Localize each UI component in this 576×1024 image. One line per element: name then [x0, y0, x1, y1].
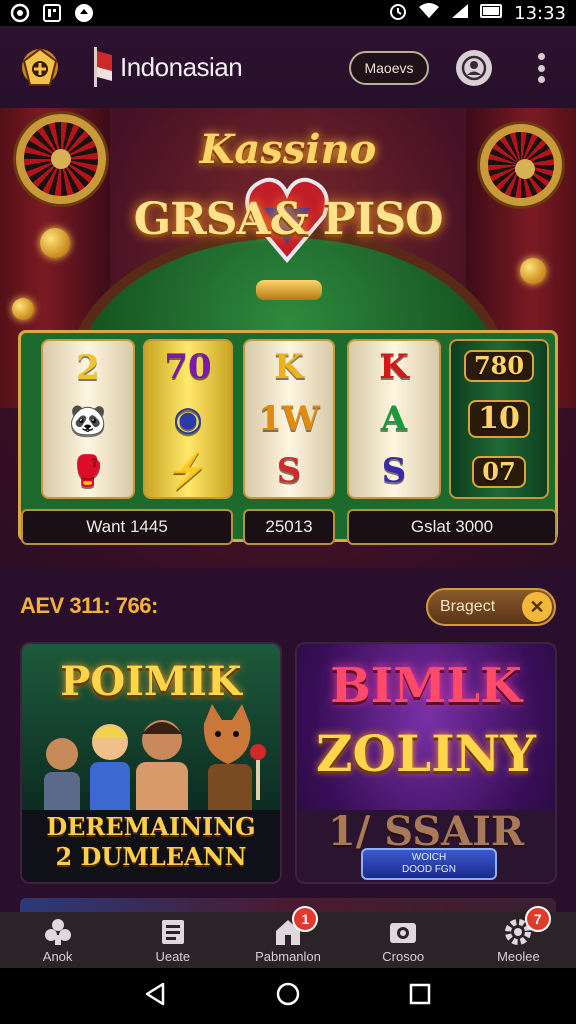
reel-symbol: 🐼 [69, 402, 107, 438]
signal-icon [450, 2, 470, 25]
puzzle-icon [43, 917, 73, 947]
game-card-subtitle: 2 DUMLEANN [55, 842, 247, 871]
wifi-icon [418, 2, 440, 25]
nav-label: Anok [42, 948, 73, 964]
header-action-button[interactable]: Maoevs [349, 51, 429, 85]
back-icon[interactable] [143, 981, 169, 1012]
slot-reel: 70 ◉ ⚡ [143, 339, 233, 499]
reel-symbol: 2 [76, 348, 100, 389]
flag-icon [92, 47, 114, 87]
chrome-icon [10, 3, 30, 23]
notification-badge: 1 [292, 906, 319, 932]
account-icon[interactable] [456, 50, 492, 86]
coin-icon [12, 298, 34, 320]
nav-label: Meolee [497, 948, 540, 964]
app-title: Indonasian [120, 51, 243, 82]
game-card-title: BIMLK [330, 658, 522, 714]
casino-logo-icon[interactable] [14, 41, 66, 93]
characters-illustration [44, 704, 266, 824]
watch-button-label: WOICH [411, 852, 447, 863]
promo-chip-label: Bragect [440, 598, 496, 615]
game-card-subtitle: DEREMAINING [46, 812, 256, 841]
nav-item-crosoo[interactable]: Crosoo [346, 912, 461, 968]
coin-icon [520, 258, 546, 284]
status-bar: 13:33 [0, 0, 576, 26]
nav-label: Pabmanlon [255, 948, 321, 964]
camera-icon [388, 917, 418, 947]
battery-icon [480, 2, 504, 25]
reel-symbol: ◉ [173, 399, 203, 439]
slot-machine[interactable]: 2 🐼 🥊 70 ◉ ⚡ K 1W S K A S 780 10 07 Want… [18, 330, 558, 545]
close-icon[interactable]: ✕ [522, 592, 552, 622]
hero-banner[interactable]: Kassino GRSA& PISO 2 🐼 🥊 70 ◉ ⚡ K 1W S K… [0, 108, 576, 568]
reel-symbol: S [381, 451, 407, 491]
game-card[interactable]: POIMIK DEREMAINING 2 DUMLEANN [20, 642, 282, 884]
game-card[interactable]: BIMLK ZOLINY 1/ SSAIR WOICH DOOD FGN [295, 642, 557, 884]
reel-symbol: 🥊 [69, 453, 107, 489]
nav-item-meolee[interactable]: 7 Meolee [461, 906, 576, 968]
nav-item-ueate[interactable]: Ueate [115, 912, 230, 968]
nav-item-anok[interactable]: Anok [0, 912, 115, 968]
reel-symbol: 1W [258, 399, 320, 439]
trophy-base [256, 280, 322, 300]
watch-button[interactable]: WOICH DOOD FGN [361, 848, 497, 880]
reel-symbol: 10 [468, 400, 530, 438]
notification-icon [42, 3, 62, 23]
app-header: Indonasian Maoevs [0, 26, 576, 108]
slot-reel: 2 🐼 🥊 [41, 339, 135, 499]
alarm-icon [388, 1, 408, 26]
slot-credit-label: 25013 [243, 509, 335, 545]
app-icon [74, 3, 94, 23]
game-card-title: POIMIK [60, 658, 242, 705]
promo-chip[interactable]: Bragect ✕ [426, 588, 556, 626]
reel-symbol: 780 [463, 350, 535, 382]
home-circle-icon[interactable] [275, 981, 301, 1012]
promo-text: AEV 311: 766: [20, 593, 158, 618]
system-navigation-bar [0, 968, 576, 1024]
nav-item-pabmanlon[interactable]: 1 Pabmanlon [230, 906, 345, 968]
watch-button-sublabel: DOOD FGN [402, 864, 456, 875]
bottom-navigation: Anok Ueate 1 Pabmanlon Crosoo 7 Meolee [0, 906, 576, 968]
reel-symbol: 07 [472, 456, 526, 488]
slot-reel: 780 10 07 [449, 339, 549, 499]
reel-symbol: K [274, 347, 304, 387]
document-icon [158, 917, 188, 947]
reel-symbol: ⚡ [166, 451, 210, 491]
nav-label: Crosoo [382, 948, 425, 964]
recents-icon[interactable] [407, 981, 433, 1012]
slot-reel: K A S [347, 339, 441, 499]
slot-total-label: Gslat 3000 [347, 509, 557, 545]
more-vert-icon[interactable] [530, 50, 552, 86]
hero-title: Kassino [199, 126, 377, 173]
hero-subtitle: GRSA& PISO [133, 194, 444, 245]
slot-reel: K 1W S [243, 339, 335, 499]
status-time: 13:33 [514, 2, 566, 24]
nav-label: Ueate [155, 948, 191, 964]
reel-symbol: 70 [164, 347, 212, 387]
reel-symbol: A [380, 399, 408, 439]
game-card-title: ZOLINY [316, 724, 536, 783]
notification-badge: 7 [524, 906, 551, 932]
reel-symbol: K [379, 347, 409, 387]
reel-symbol: S [276, 451, 302, 491]
slot-win-label: Want 1445 [21, 509, 233, 545]
